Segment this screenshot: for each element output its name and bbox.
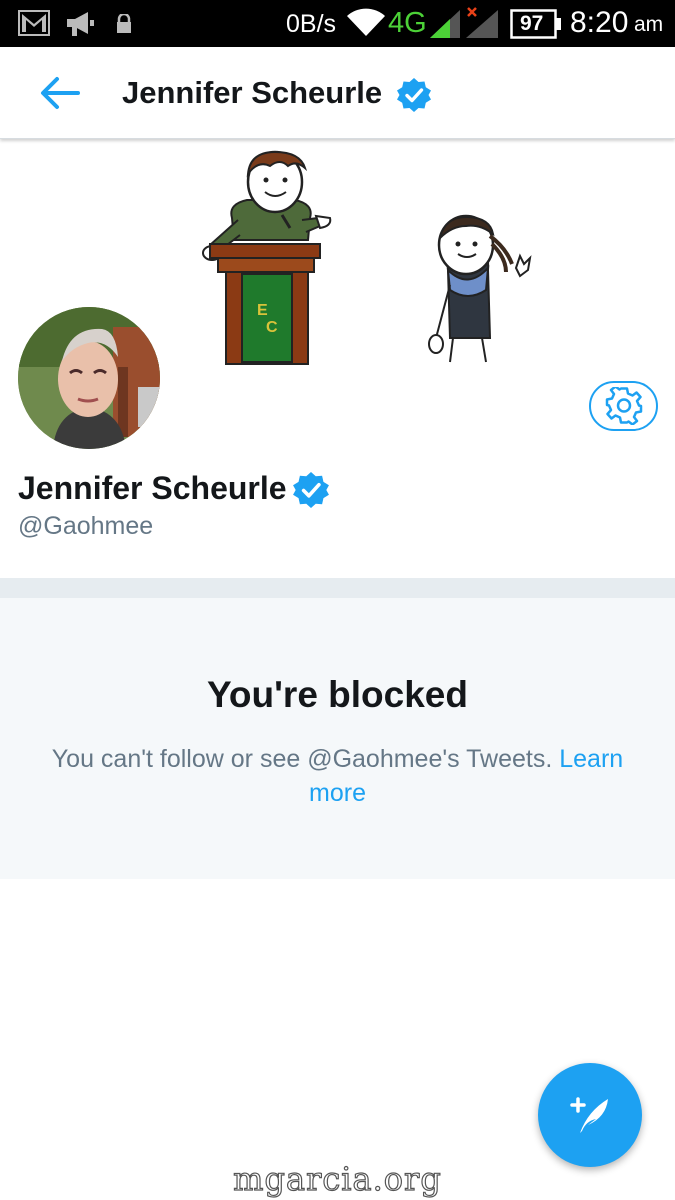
podium-sign-e: E (257, 302, 268, 319)
net-speed: 0B/s (286, 10, 337, 38)
podium: E C (209, 243, 321, 365)
profile-handle: @Gaohmee (18, 512, 154, 540)
watermark: mgarcia.org (233, 1159, 442, 1198)
gmail-icon (18, 10, 50, 36)
signal-no-service-icon (466, 7, 498, 38)
avatar-photo (18, 307, 160, 449)
profile-name: Jennifer Scheurle (18, 470, 287, 506)
verified-badge-icon (293, 472, 329, 508)
blocked-title: You're blocked (206, 674, 468, 715)
avatar[interactable] (15, 304, 163, 452)
clock-time: 8:20 (570, 6, 629, 39)
blocked-message: You can't follow or see @Gaohmee's Tweet… (30, 742, 645, 810)
verified-badge-icon (397, 78, 431, 112)
compose-tweet-button[interactable] (538, 1063, 642, 1167)
section-divider (0, 578, 675, 598)
network-type: 4G (388, 7, 427, 39)
status-bar: 0B/s 4G 97 8:20 am (0, 0, 675, 47)
compose-tweet-icon (570, 1097, 608, 1133)
wifi-icon (347, 8, 385, 36)
blocked-notice-panel (0, 598, 675, 879)
podium-sign-c: C (266, 319, 278, 336)
app-bar: Jennifer Scheurle (0, 47, 675, 139)
profile-settings-button[interactable] (589, 381, 658, 431)
battery-level: 97 (520, 12, 544, 35)
gear-icon (605, 387, 642, 425)
megaphone-icon (67, 12, 94, 36)
arrow-left-icon (41, 77, 80, 109)
signal-icon (430, 10, 460, 38)
blocked-message-text: You can't follow or see @Gaohmee's Tweet… (51, 745, 553, 773)
lock-icon (117, 14, 131, 33)
page-title: Jennifer Scheurle (122, 75, 383, 110)
back-button[interactable] (36, 73, 82, 113)
waving-figure (428, 214, 532, 363)
clock-ampm: am (634, 13, 664, 36)
